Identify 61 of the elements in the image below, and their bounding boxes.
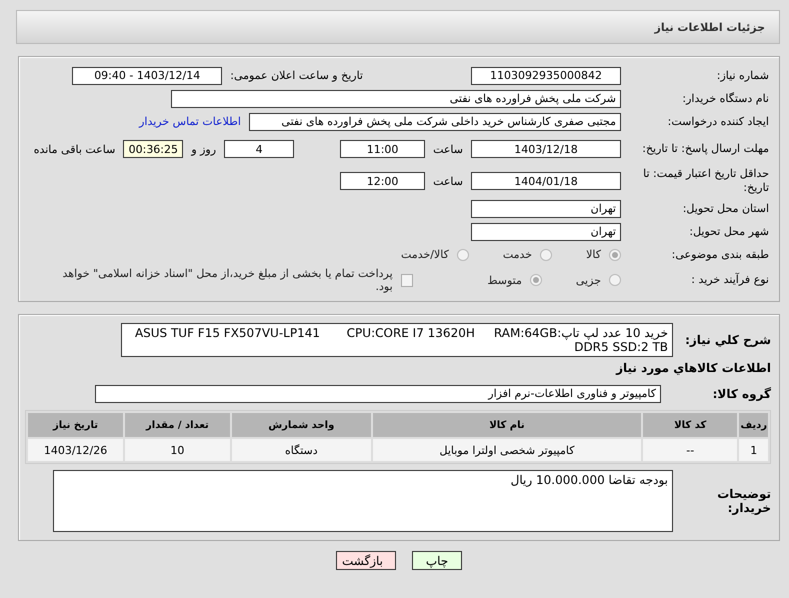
field-label: ساعت [433,142,463,156]
option-label: جزیی [576,274,601,286]
radio-button[interactable] [530,274,542,286]
field-label: نوع فرآیند خرید : [690,273,770,287]
option-label: پرداخت تمام یا بخشی از مبلغ خرید،از محل "اسناد خزانه اسلامی" خواهد بود. [62,267,393,293]
input-field[interactable]: تهران [471,222,621,240]
input-field[interactable]: 1404/01/18 [471,172,621,190]
section-heading: اطلاعات کالاهاي مورد نياز [614,361,771,375]
field-label: گروه کالا: [712,386,771,400]
table-cell: کامپیوتر شخصی اولترا موبایل [372,439,642,461]
field-label: حداقل تاریخ اعتبار قیمت: تا تاریخ: [642,167,770,195]
column-header: واحد شمارش [232,413,371,437]
buyer-contact-link[interactable]: اطلاعات تماس خریدار [139,115,241,128]
description-box[interactable]: خرید 10 عدد لپ تاپ:ASUS TUF F15 FX507VU-LP141 CPU:CORE I7 13620H RAM:64GB DDR5 SSD:2 TB [121,323,673,357]
table-cell: دستگاه [232,439,371,461]
input-field[interactable]: شرکت ملی پخش فراورده های نفتی [171,90,621,108]
input-field[interactable]: 1403/12/18 [471,140,621,158]
field-label: تاریخ و ساعت اعلان عمومی: [230,69,363,82]
option-label: کالا/خدمت [401,248,449,261]
table-cell: 1 [739,439,768,461]
field-label: شماره نیاز: [716,68,770,82]
field-label: ساعت باقی مانده [34,142,116,156]
field-label: شهر محل تحویل: [688,224,770,238]
option-label: متوسط [487,274,522,286]
field-label: نام دستگاه خریدار: [681,92,770,106]
column-header: تعداد / مقدار [125,413,230,437]
table-cell: 10 [125,439,230,461]
field-label: شرح کلي نیاز: [684,333,771,347]
field-label: توضیحات خریدار: [716,487,771,515]
input-field[interactable]: کامپیوتر و فناوری اطلاعات-نرم افزار [95,384,661,402]
input-field[interactable]: 11:00 [340,140,426,158]
option-label: خدمت [502,248,532,261]
table-cell: 1403/12/26 [28,439,124,461]
table-cell: -- [643,439,738,461]
column-header: نام کالا [372,413,642,437]
input-field[interactable]: 1103092935000842 [471,66,621,84]
option-label: کالا [586,248,601,261]
input-field[interactable]: مجتبی صفری کارشناس خرید داخلی شرکت ملی پخش فراورده های نفتی [249,112,621,130]
print-button[interactable]: چاپ [412,551,462,570]
input-field[interactable]: تهران [471,200,621,218]
back-button[interactable]: بازگشت [336,551,396,570]
radio-button[interactable] [609,274,621,286]
checkbox[interactable] [400,274,414,286]
input-field[interactable]: 4 [224,140,294,158]
field-label: ساعت [433,174,463,188]
field-label: استان محل تحویل: [682,202,770,216]
page-title: جزئیات اطلاعات نیاز [654,20,765,34]
field-label: مهلت ارسال پاسخ: تا تاریخ: [641,142,770,156]
column-header: ردیف [739,413,768,437]
remaining-time-field[interactable]: 00:36:25 [123,140,184,158]
input-field[interactable]: 12:00 [340,172,426,190]
radio-button[interactable] [609,248,621,260]
notes-box[interactable]: بودجه تقاضا 10.000.000 ریال [53,470,673,532]
radio-button[interactable] [456,248,469,260]
field-label: ایجاد کننده درخواست: [666,114,770,128]
column-header: کد کالا [643,413,738,437]
radio-button[interactable] [540,248,552,260]
field-label: روز و [191,142,216,156]
input-field[interactable]: 09:40 - 1403/12/14 [72,66,222,84]
column-header: تاریخ نیاز [28,413,124,437]
field-label: طبقه بندی موضوعی: [670,248,770,262]
